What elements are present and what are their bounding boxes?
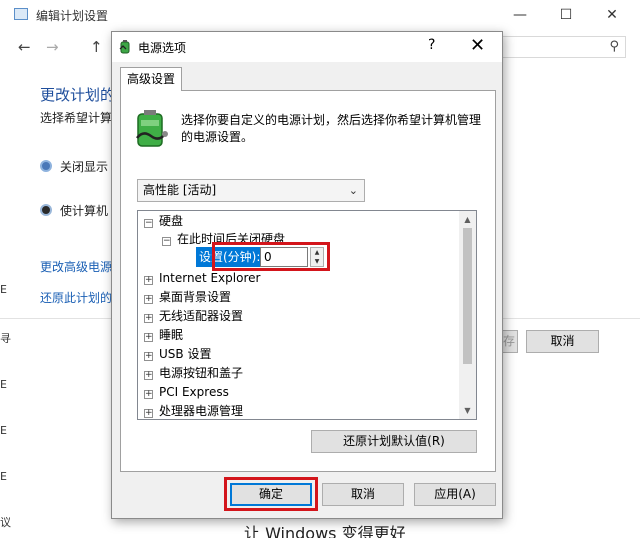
battery-icon — [136, 110, 168, 147]
tree-item-label: 处理器电源管理 — [159, 404, 244, 418]
tree-item-label: 桌面背景设置 — [159, 290, 232, 304]
maximize-button[interactable]: ☐ — [544, 2, 588, 28]
tree-item-internet-explorer[interactable]: + Internet Explorer — [144, 269, 260, 288]
edge-fragment: E — [0, 470, 7, 483]
apply-button[interactable]: 应用(A) — [414, 483, 496, 506]
tree-item-power-buttons[interactable]: + 电源按钮和盖子 — [144, 364, 243, 383]
close-button[interactable]: ✕ — [590, 2, 634, 28]
edge-fragment: 议 — [0, 516, 11, 529]
expand-icon[interactable]: + — [144, 371, 153, 380]
dialog-description: 选择你要自定义的电源计划，然后选择你希望计算机管理的电源设置。 — [181, 113, 482, 144]
tree-item-desktop-background[interactable]: + 桌面背景设置 — [144, 288, 231, 307]
power-plan-dropdown[interactable]: 高性能 [活动] ⌄ — [137, 179, 365, 202]
scroll-up-icon[interactable]: ▲ — [459, 211, 476, 228]
monitor-icon — [40, 160, 52, 172]
display-off-option: 关闭显示 — [40, 158, 108, 175]
tab-advanced-settings[interactable]: 高级设置 — [120, 67, 182, 91]
tree-item-processor-power[interactable]: + 处理器电源管理 — [144, 402, 244, 419]
forward-arrow-icon[interactable]: → — [46, 38, 59, 56]
cancel-button[interactable]: 取消 — [322, 483, 404, 506]
display-off-label: 关闭显示 — [60, 160, 109, 174]
edge-fragment: E — [0, 424, 7, 437]
footer-text: 让 Windows 变得更好 — [226, 516, 476, 538]
tree-scrollbar[interactable]: ▲ ▼ — [459, 211, 476, 419]
tree-item-label: PCI Express — [159, 385, 229, 399]
control-panel-icon — [14, 8, 28, 20]
tree-item-label: USB 设置 — [159, 347, 212, 361]
expand-icon[interactable]: + — [144, 352, 153, 361]
dialog-close-button[interactable]: ✕ — [470, 35, 485, 56]
expand-icon[interactable]: + — [144, 295, 153, 304]
tree-item-label: Internet Explorer — [159, 271, 261, 285]
background-titlebar: 编辑计划设置 — ☐ ✕ — [0, 0, 640, 30]
scroll-thumb[interactable] — [463, 228, 472, 364]
moon-icon — [40, 204, 52, 216]
sleep-option: 使计算机 — [40, 202, 108, 219]
dialog-titlebar: 电源选项 ? ✕ — [112, 32, 502, 62]
collapse-icon[interactable]: − — [144, 219, 153, 228]
ok-highlight-box — [224, 477, 318, 511]
power-options-dialog: 电源选项 ? ✕ 高级设置 选择你要自定义的电源计划，然后选择你希望计算机管理的… — [111, 31, 503, 519]
power-plan-value: 高性能 [活动] — [143, 183, 217, 197]
expand-icon[interactable]: + — [144, 333, 153, 342]
tree-item-hard-disk[interactable]: − 硬盘 — [144, 212, 183, 231]
edge-fragment: 寻 — [0, 332, 11, 345]
search-icon[interactable]: ⚲ — [609, 39, 619, 54]
sleep-label: 使计算机 — [60, 204, 109, 218]
tree-item-label: 睡眠 — [159, 328, 184, 342]
expand-icon[interactable]: + — [144, 314, 153, 323]
tree-item-pci-express[interactable]: + PCI Express — [144, 383, 229, 402]
expand-icon[interactable]: + — [144, 409, 153, 418]
expand-icon[interactable]: + — [144, 390, 153, 399]
advanced-settings-link[interactable]: 更改高级电源 — [40, 258, 112, 275]
search-box[interactable]: ⚲ — [500, 36, 626, 58]
setting-highlight-box — [212, 242, 330, 271]
tree-item-label: 电源按钮和盖子 — [159, 366, 244, 380]
background-window-title: 编辑计划设置 — [36, 9, 109, 23]
chevron-down-icon: ⌄ — [348, 184, 358, 197]
power-options-icon — [119, 40, 130, 54]
restore-defaults-button[interactable]: 还原计划默认值(R) — [311, 430, 477, 453]
collapse-icon[interactable]: − — [162, 237, 171, 246]
background-cancel-button[interactable]: 取消 — [526, 330, 599, 353]
up-arrow-icon[interactable]: ↑ — [90, 38, 103, 56]
tree-item-sleep[interactable]: + 睡眠 — [144, 326, 183, 345]
page-heading: 更改计划的 — [40, 86, 116, 104]
advanced-settings-panel: 选择你要自定义的电源计划，然后选择你希望计算机管理的电源设置。 高性能 [活动]… — [120, 90, 496, 472]
help-button[interactable]: ? — [428, 37, 435, 53]
tree-item-wireless-adapter[interactable]: + 无线适配器设置 — [144, 307, 243, 326]
restore-plan-link[interactable]: 还原此计划的 — [40, 289, 112, 306]
expand-icon[interactable]: + — [144, 276, 153, 285]
edge-fragment: E — [0, 283, 7, 296]
page-subtitle: 选择希望计算 — [40, 111, 113, 125]
back-arrow-icon[interactable]: ← — [18, 38, 31, 56]
tree-item-label: 无线适配器设置 — [159, 309, 244, 323]
tree-item-usb-settings[interactable]: + USB 设置 — [144, 345, 211, 364]
edge-fragment: E — [0, 378, 7, 391]
minimize-button[interactable]: — — [498, 2, 542, 28]
tree-item-label: 硬盘 — [159, 214, 184, 228]
scroll-down-icon[interactable]: ▼ — [459, 402, 476, 419]
dialog-title: 电源选项 — [138, 41, 187, 55]
